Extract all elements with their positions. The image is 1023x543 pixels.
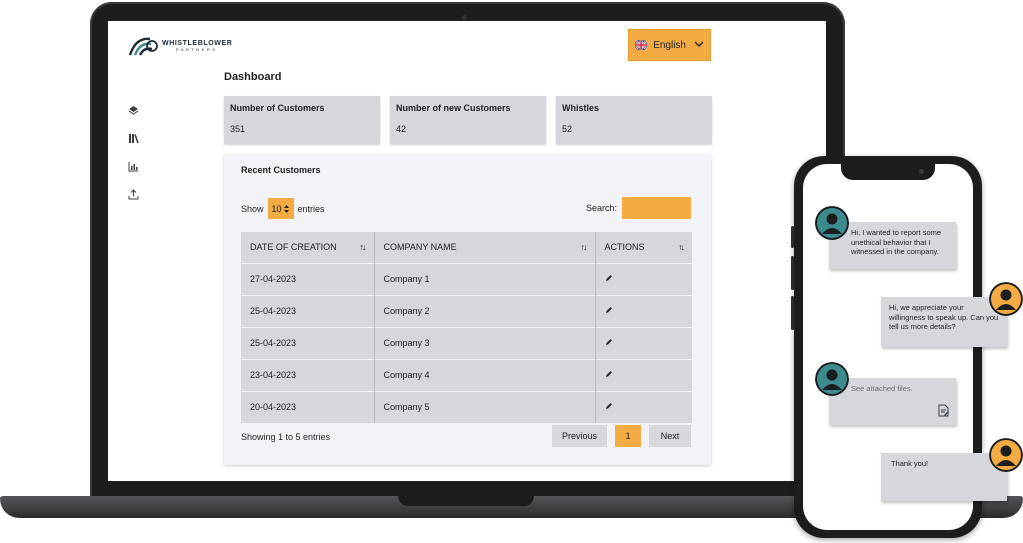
brand-name: WHISTLEBLOWER <box>162 40 233 47</box>
chat-bubble-outgoing: Hi, we appreciate your willingness to sp… <box>881 297 1007 347</box>
stat-label: Number of Customers <box>230 103 325 113</box>
uk-flag-icon <box>635 39 648 51</box>
edit-pencil-icon[interactable] <box>605 370 613 380</box>
sort-arrows-icon <box>283 204 289 213</box>
cell-company: Company 3 <box>374 326 596 359</box>
stat-card-new-customers: Number of new Customers 42 <box>390 96 546 144</box>
next-page-button[interactable]: Next <box>649 425 691 447</box>
phone-volume-button <box>791 256 794 290</box>
stat-label: Number of new Customers <box>396 103 511 113</box>
brand-logo[interactable]: WHISTLEBLOWER PARTNERS <box>128 35 232 57</box>
brand-subtitle: PARTNERS <box>176 47 218 52</box>
column-label: ACTIONS <box>604 242 645 253</box>
table-row: 20-04-2023 Company 5 <box>241 390 692 423</box>
library-icon[interactable] <box>126 131 140 145</box>
search-input[interactable] <box>622 197 691 219</box>
entries-select[interactable]: 10 <box>267 198 294 219</box>
entries-label: entries <box>297 203 325 214</box>
sort-icon: ↑↓ <box>359 242 367 253</box>
cell-actions <box>595 326 692 359</box>
cell-actions <box>595 390 692 423</box>
show-label: Show <box>241 203 264 214</box>
showing-entries-text: Showing 1 to 5 entries <box>241 432 331 442</box>
sort-icon: ↑↓ <box>678 242 685 253</box>
stat-card-customers: Number of Customers 351 <box>224 96 380 144</box>
page-title: Dashboard <box>224 71 282 83</box>
column-label: DATE OF CREATION <box>250 242 337 253</box>
chart-icon[interactable] <box>126 159 140 173</box>
front-camera <box>919 169 924 174</box>
column-header-date[interactable]: DATE OF CREATION ↑↓ <box>241 232 375 263</box>
phone-volume-button <box>791 296 794 330</box>
chat-message-text: See attached files. <box>851 384 913 393</box>
pagination: Previous 1 Next <box>552 425 691 447</box>
attached-file-icon[interactable] <box>937 404 950 420</box>
cell-date: 23-04-2023 <box>241 358 375 391</box>
laptop-base-notch <box>398 496 534 506</box>
layers-icon[interactable] <box>126 103 140 117</box>
edit-pencil-icon[interactable] <box>605 402 613 412</box>
search-label: Search: <box>585 203 617 213</box>
stat-card-whistles: Whistles 52 <box>556 96 712 144</box>
table-row: 25-04-2023 Company 2 <box>241 294 692 327</box>
edit-pencil-icon[interactable] <box>605 306 613 316</box>
language-selector[interactable]: English <box>628 29 711 61</box>
column-header-actions[interactable]: ACTIONS ↑↓ <box>595 232 692 263</box>
chat-bubble-outgoing: Thank you! <box>881 453 1007 501</box>
partner-avatar <box>989 438 1023 472</box>
stat-value: 42 <box>396 124 407 134</box>
whistleblower-avatar <box>815 362 849 396</box>
cell-actions <box>595 262 692 295</box>
stat-label: Whistles <box>562 103 600 113</box>
page-1-button[interactable]: 1 <box>615 425 641 447</box>
cell-actions <box>595 294 692 327</box>
whistle-logo-icon <box>128 37 158 56</box>
column-header-company[interactable]: COMPANY NAME ↑↓ <box>374 232 596 263</box>
chat-bubble-incoming: Hi, I wanted to report some unethical be… <box>829 222 956 269</box>
language-label: English <box>653 39 686 51</box>
chat-message-text: Thank you! <box>891 459 929 468</box>
chevron-down-icon <box>694 40 704 51</box>
edit-pencil-icon[interactable] <box>605 274 613 284</box>
cell-date: 25-04-2023 <box>241 326 375 359</box>
previous-page-button[interactable]: Previous <box>552 425 607 447</box>
sort-icon: ↑↓ <box>580 242 588 253</box>
cell-company: Company 4 <box>374 358 596 391</box>
search-control: Search: <box>586 197 691 219</box>
edit-pencil-icon[interactable] <box>605 338 613 348</box>
entries-value: 10 <box>271 203 282 214</box>
phone-notch <box>841 164 935 180</box>
cell-company: Company 2 <box>374 294 596 327</box>
marketing-composite: WHISTLEBLOWER PARTNERS English Dashboard… <box>0 0 1023 543</box>
chat-bubble-incoming: See attached files. <box>829 378 956 425</box>
phone-volume-button <box>791 226 794 248</box>
cell-company: Company 5 <box>374 390 596 423</box>
cell-date: 25-04-2023 <box>241 294 375 327</box>
table-header-row: DATE OF CREATION ↑↓ COMPANY NAME ↑↓ ACTION… <box>241 232 692 263</box>
table-row: 25-04-2023 Company 3 <box>241 326 692 359</box>
partner-avatar <box>989 282 1023 316</box>
chat-message-text: Hi, we appreciate your willingness to sp… <box>889 303 999 331</box>
column-label: COMPANY NAME <box>383 242 457 253</box>
card-title: Recent Customers <box>241 165 321 175</box>
stat-value: 52 <box>562 124 573 134</box>
table-row: 23-04-2023 Company 4 <box>241 358 692 391</box>
stat-value: 351 <box>230 124 246 134</box>
upload-icon[interactable] <box>126 187 140 201</box>
cell-date: 27-04-2023 <box>241 262 375 295</box>
cell-actions <box>595 358 692 391</box>
cell-date: 20-04-2023 <box>241 390 375 423</box>
laptop-screen: WHISTLEBLOWER PARTNERS English Dashboard… <box>108 21 826 481</box>
cell-company: Company 1 <box>374 262 596 295</box>
laptop-camera <box>462 15 467 20</box>
table-row: 27-04-2023 Company 1 <box>241 262 692 295</box>
customers-table: DATE OF CREATION ↑↓ COMPANY NAME ↑↓ ACTION… <box>241 232 692 423</box>
chat-message-text: Hi, I wanted to report some unethical be… <box>851 228 942 256</box>
whistleblower-avatar <box>815 206 849 240</box>
sidebar <box>126 103 140 201</box>
recent-customers-card: Recent Customers Show 10 entries Search:… <box>224 154 711 465</box>
entries-control: Show 10 entries <box>241 198 325 219</box>
